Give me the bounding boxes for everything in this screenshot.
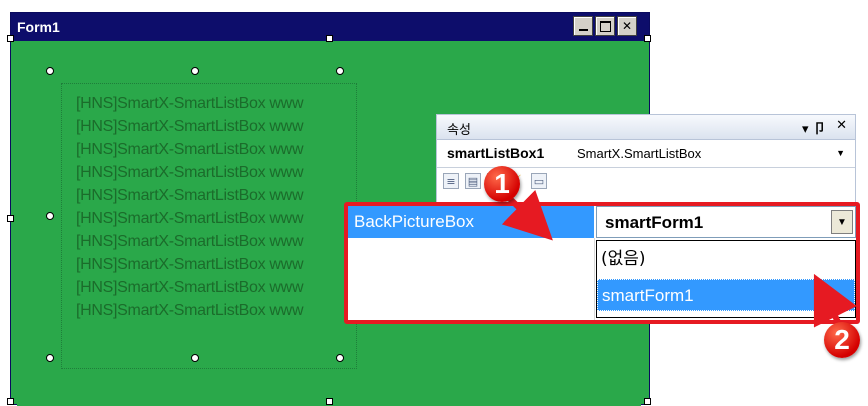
callout-arrow-2	[813, 273, 857, 328]
callout-badge-2: 2	[824, 322, 860, 358]
callout-badge-1: 1	[484, 166, 520, 202]
callout-arrows	[501, 189, 857, 328]
